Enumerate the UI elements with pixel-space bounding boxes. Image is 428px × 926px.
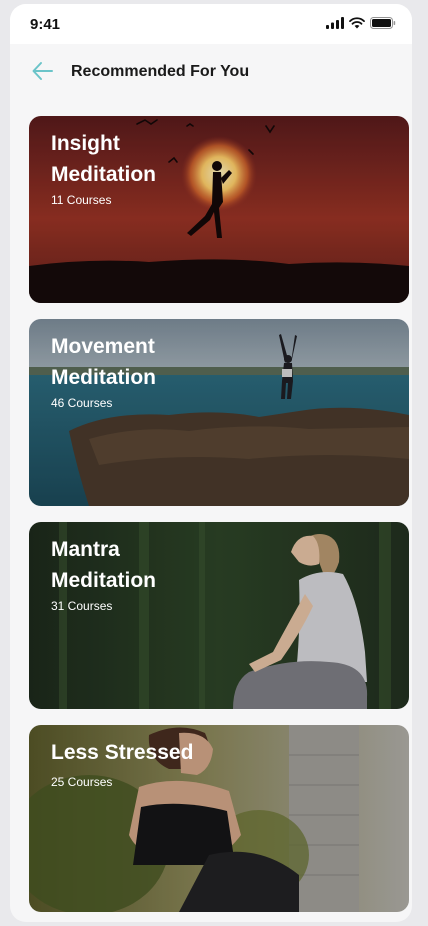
status-bar: 9:41 (10, 4, 412, 44)
battery-icon (370, 17, 396, 29)
category-card-movement-meditation[interactable]: Movement Meditation 46 Courses (29, 319, 409, 506)
card-title: Mantra Meditation (51, 538, 156, 592)
arrow-left-icon[interactable] (30, 58, 56, 84)
page-title: Recommended For You (71, 63, 250, 80)
category-card-insight-meditation[interactable]: Insight Meditation 11 Courses (29, 116, 409, 303)
status-time: 9:41 (30, 16, 61, 33)
card-course-count: 31 Courses (51, 599, 113, 613)
card-title: Less Stressed (51, 741, 194, 764)
category-card-less-stressed[interactable]: Less Stressed 25 Courses (29, 725, 409, 912)
category-card-mantra-meditation[interactable]: Mantra Meditation 31 Courses (29, 522, 409, 709)
card-title: Insight Meditation (51, 132, 156, 186)
card-course-count: 46 Courses (51, 396, 113, 410)
phone-screen: 9:41 Recommended For You Insight Meditat… (10, 4, 412, 922)
header: Recommended For You (10, 44, 412, 108)
signal-icon (326, 17, 344, 29)
wifi-icon (349, 17, 365, 29)
status-icons (326, 17, 396, 29)
card-course-count: 25 Courses (51, 775, 113, 789)
card-title: Movement Meditation (51, 335, 156, 389)
card-course-count: 11 Courses (51, 193, 112, 207)
